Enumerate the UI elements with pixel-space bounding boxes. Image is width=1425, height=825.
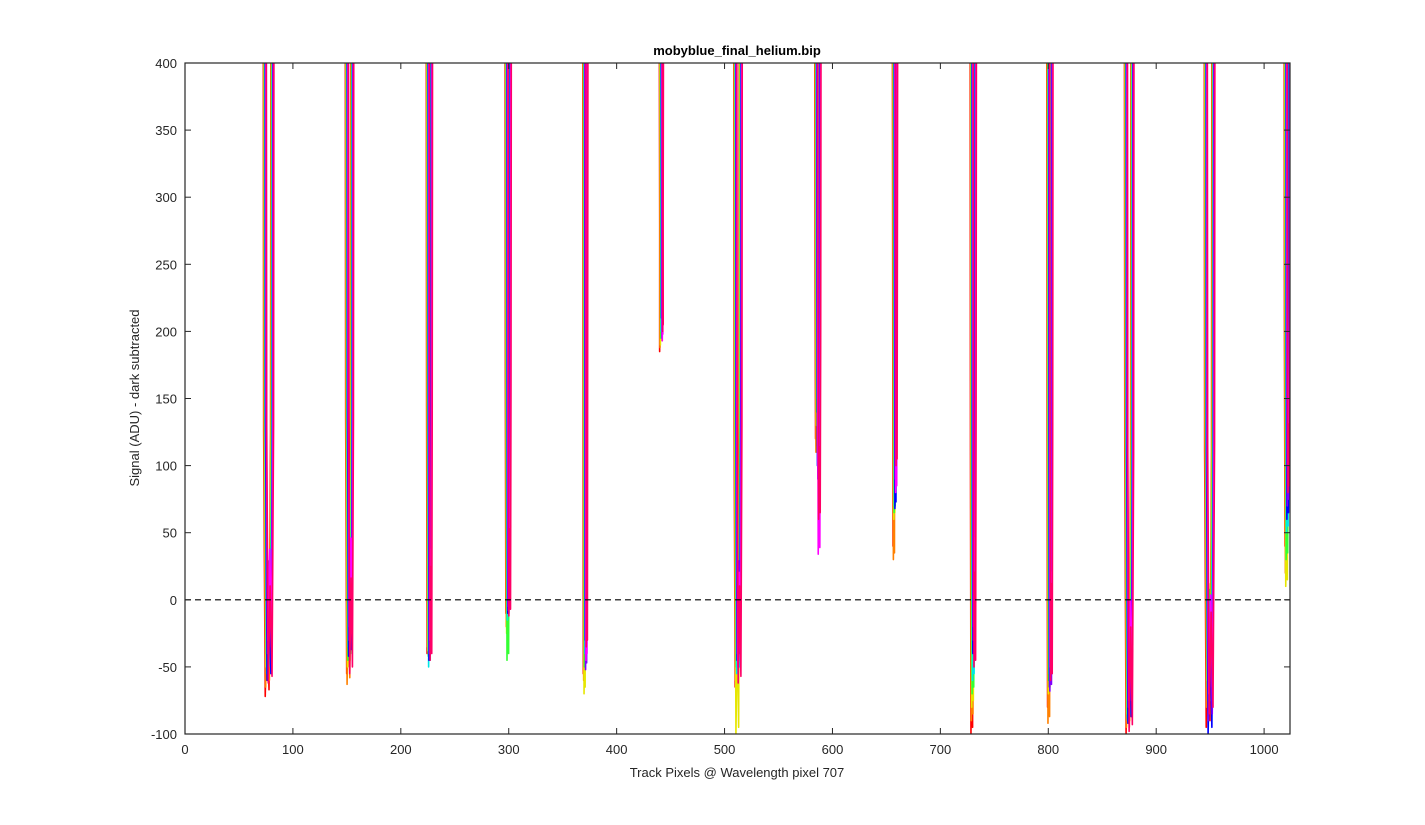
x-tick-label: 200 <box>390 742 412 757</box>
x-tick-label: 800 <box>1037 742 1059 757</box>
x-tick-label: 500 <box>714 742 736 757</box>
y-tick-label: 300 <box>155 190 177 205</box>
x-tick-label: 1000 <box>1250 742 1279 757</box>
y-tick-label: -50 <box>158 660 177 675</box>
x-tick-label: 600 <box>822 742 844 757</box>
x-tick-label: 100 <box>282 742 304 757</box>
x-tick-label: 700 <box>930 742 952 757</box>
x-tick-label: 300 <box>498 742 520 757</box>
y-tick-label: -100 <box>151 727 177 742</box>
y-tick-label: 150 <box>155 392 177 407</box>
chart: 0 100 200 300 400 500 600 700 800 900 1000 -100-50… <box>0 0 1425 825</box>
x-tick-label: 900 <box>1145 742 1167 757</box>
y-tick-label: 0 <box>170 593 177 608</box>
x-tick-label: 400 <box>606 742 628 757</box>
y-tick-label: 350 <box>155 123 177 138</box>
x-axis-label: Track Pixels @ Wavelength pixel 707 <box>630 765 845 780</box>
y-tick-label: 50 <box>163 526 177 541</box>
y-axis-label: Signal (ADU) - dark subtracted <box>127 309 142 486</box>
dip-6-series-9 <box>661 63 665 333</box>
y-tick-label: 400 <box>155 56 177 71</box>
x-tick-label: 0 <box>181 742 188 757</box>
chart-title: mobyblue_final_helium.bip <box>653 43 821 58</box>
y-tick-label: 200 <box>155 324 177 339</box>
y-tick-label: 100 <box>155 459 177 474</box>
y-tick-label: 250 <box>155 257 177 272</box>
